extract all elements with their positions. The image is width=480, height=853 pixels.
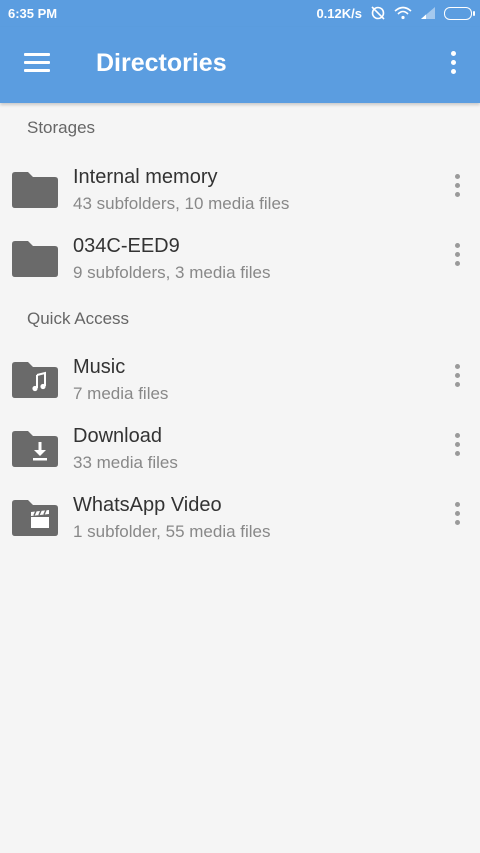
wifi-icon [394,6,412,20]
overflow-menu-icon[interactable] [448,51,458,79]
sync-off-icon [371,6,385,20]
item-name: Music [73,356,126,378]
item-name: WhatsApp Video [73,494,222,516]
section-header-quick-access: Quick Access [27,309,130,328]
list-item-internal-memory[interactable]: Internal memory 43 subfolders, 10 media … [0,160,480,226]
folder-icon [12,172,58,208]
item-subtitle: 7 media files [73,384,169,403]
item-more-icon[interactable] [452,502,462,532]
battery-icon [444,6,475,20]
item-subtitle: 43 subfolders, 10 media files [73,194,290,213]
item-more-icon[interactable] [452,364,462,394]
item-name: Internal memory [73,166,218,188]
video-folder-icon [12,500,58,536]
app-bar: Directories [0,27,480,103]
signal-icon [421,7,435,19]
list-item-sd-card[interactable]: 034C-EED9 9 subfolders, 3 media files [0,229,480,295]
item-name: 034C-EED9 [73,235,180,257]
download-folder-icon [12,431,58,467]
item-more-icon[interactable] [452,433,462,463]
folder-icon [12,241,58,277]
list-item-download[interactable]: Download 33 media files [0,419,480,485]
item-more-icon[interactable] [452,174,462,204]
item-more-icon[interactable] [452,243,462,273]
status-bar: 6:35 PM 0.12K/s [0,0,480,27]
status-icons: 0.12K/s [316,5,475,21]
item-name: Download [73,425,162,447]
music-folder-icon [12,362,58,398]
status-time: 6:35 PM [8,6,58,21]
item-subtitle: 9 subfolders, 3 media files [73,263,271,282]
list-item-whatsapp-video[interactable]: WhatsApp Video 1 subfolder, 55 media fil… [0,488,480,554]
item-subtitle: 33 media files [73,453,178,472]
item-subtitle: 1 subfolder, 55 media files [73,522,271,541]
menu-icon[interactable] [24,53,50,73]
section-header-storages: Storages [27,118,96,137]
network-speed: 0.12K/s [316,5,362,21]
page-title: Directories [96,49,227,77]
list-item-music[interactable]: Music 7 media files [0,350,480,416]
